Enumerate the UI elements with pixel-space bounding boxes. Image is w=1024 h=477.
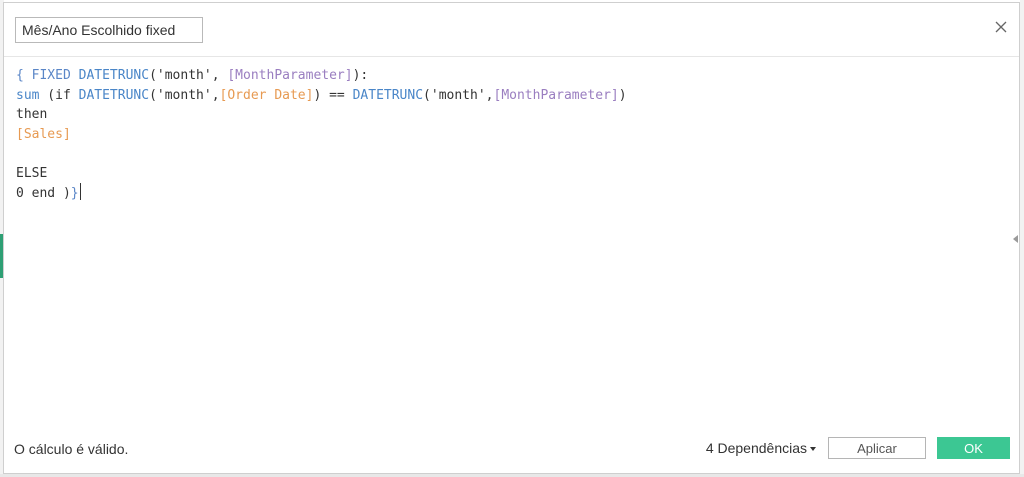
chevron-down-icon [810, 446, 816, 451]
code-line: [Sales] [16, 125, 996, 145]
code-token-text: (if [39, 87, 79, 103]
dependencies-dropdown[interactable]: 4 Dependências [706, 440, 816, 456]
code-token-fn: sum [16, 87, 40, 103]
close-button[interactable] [991, 17, 1011, 37]
code-token-text: ): [352, 68, 369, 83]
formula-editor[interactable]: { FIXED DATETRUNC('month', [MonthParamet… [16, 66, 996, 426]
calculation-name-input[interactable] [15, 17, 203, 43]
code-token-brace-hl: } [70, 186, 79, 201]
code-line: sum (if DATETRUNC('month',[Order Date]) … [16, 86, 996, 106]
code-token-text: ('month', [149, 87, 220, 103]
code-token-kw: { [16, 68, 32, 83]
validation-status: O cálculo é válido. [14, 441, 129, 457]
code-token-text: then [16, 107, 48, 122]
code-line: then [16, 105, 996, 125]
code-token-field: [Order Date] [219, 87, 314, 103]
code-token-fn: DATETRUNC [78, 68, 150, 83]
background-window-edge-right [1020, 0, 1024, 477]
side-panel-expand-icon[interactable] [1013, 235, 1018, 243]
header-divider [4, 56, 1019, 57]
code-line: ELSE [16, 164, 996, 184]
code-line: { FIXED DATETRUNC('month', [MonthParamet… [16, 66, 996, 86]
text-cursor [79, 183, 81, 200]
code-token-text: ) == [313, 87, 353, 103]
code-token-fn: DATETRUNC [78, 87, 150, 103]
code-token-text: ELSE [16, 165, 48, 181]
calculation-editor-dialog: { FIXED DATETRUNC('month', [MonthParamet… [3, 2, 1020, 474]
close-icon [995, 21, 1007, 33]
ok-button[interactable]: OK [937, 437, 1010, 459]
code-token-text: ) [618, 87, 627, 103]
code-token-text: ('month', [149, 68, 228, 83]
code-token-kw: FIXED [31, 68, 71, 83]
dialog-footer: O cálculo é válido. 4 Dependências Aplic… [4, 427, 1019, 473]
code-line: 0 end )} [16, 183, 996, 203]
code-token-param: [MonthParameter] [493, 87, 619, 103]
code-token-param: [MonthParameter] [227, 68, 353, 83]
apply-button[interactable]: Aplicar [828, 437, 926, 459]
dependencies-label: 4 Dependências [705, 440, 807, 456]
code-token-fn: DATETRUNC [352, 87, 424, 103]
code-token-field: [Sales] [16, 126, 71, 142]
code-token-text: 0 end ) [16, 186, 71, 201]
code-token-text: ('month', [423, 87, 494, 103]
